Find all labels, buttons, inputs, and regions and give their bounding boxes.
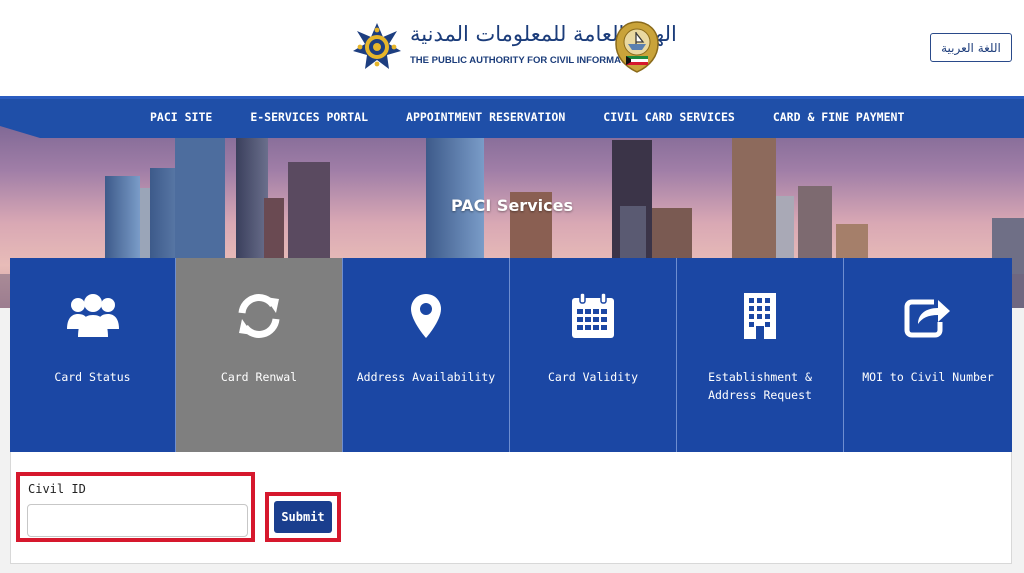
civil-id-field-group: Civil ID: [16, 472, 255, 542]
tile-label: Card Status: [54, 370, 131, 384]
refresh-icon: [229, 290, 289, 342]
main-navigation: PACI SITE E-SERVICES PORTAL APPOINTMENT …: [0, 96, 1024, 138]
tile-label: Card Renwal: [220, 370, 298, 384]
building-icon: [730, 290, 790, 342]
authority-arabic-name: الهيئة العامة للمعلومات المدنية: [410, 22, 677, 46]
civil-id-input[interactable]: [27, 504, 248, 537]
service-tile-card-validity[interactable]: Card Validity: [510, 258, 677, 452]
calendar-icon: [563, 290, 623, 342]
nav-e-services-portal[interactable]: E-SERVICES PORTAL: [250, 110, 368, 124]
page-title: PACI Services: [451, 196, 573, 215]
service-tile-card-renewal[interactable]: Card Renwal: [176, 258, 343, 452]
service-tile-card-status[interactable]: Card Status: [10, 258, 176, 452]
paci-star-logo-icon[interactable]: [352, 22, 402, 72]
nav-civil-card-services[interactable]: CIVIL CARD SERVICES: [603, 110, 735, 124]
tile-label: Address Availability: [356, 370, 496, 384]
service-tile-establishment-address-request[interactable]: Establishment & Address Request: [677, 258, 844, 452]
nav-card-fine-payment[interactable]: CARD & FINE PAYMENT: [773, 110, 905, 124]
authority-english-name: THE PUBLIC AUTHORITY FOR CIVIL INFORMATI…: [410, 55, 643, 66]
users-icon: [63, 290, 123, 342]
submit-button[interactable]: Submit: [274, 501, 332, 533]
site-header: الهيئة العامة للمعلومات المدنية THE PUBL…: [0, 0, 1024, 96]
service-tile-moi-to-civil-number[interactable]: MOI to Civil Number: [844, 258, 1012, 452]
map-pin-icon: [396, 290, 456, 342]
share-arrow-icon: [898, 290, 958, 342]
nav-appointment-reservation[interactable]: APPOINTMENT RESERVATION: [406, 110, 565, 124]
language-switch-button[interactable]: اللغة العربية: [930, 33, 1012, 62]
service-tile-address-availability[interactable]: Address Availability: [343, 258, 510, 452]
services-grid: Card Status Card Renwal Address Availabi…: [10, 258, 1012, 452]
tile-label: Establishment & Address Request: [708, 370, 812, 402]
civil-id-label: Civil ID: [28, 482, 86, 496]
submit-highlight: Submit: [265, 492, 341, 542]
nav-paci-site[interactable]: PACI SITE: [150, 110, 212, 124]
kuwait-emblem-icon: [612, 20, 662, 76]
tile-label: MOI to Civil Number: [862, 370, 994, 384]
tile-label: Card Validity: [547, 370, 638, 384]
